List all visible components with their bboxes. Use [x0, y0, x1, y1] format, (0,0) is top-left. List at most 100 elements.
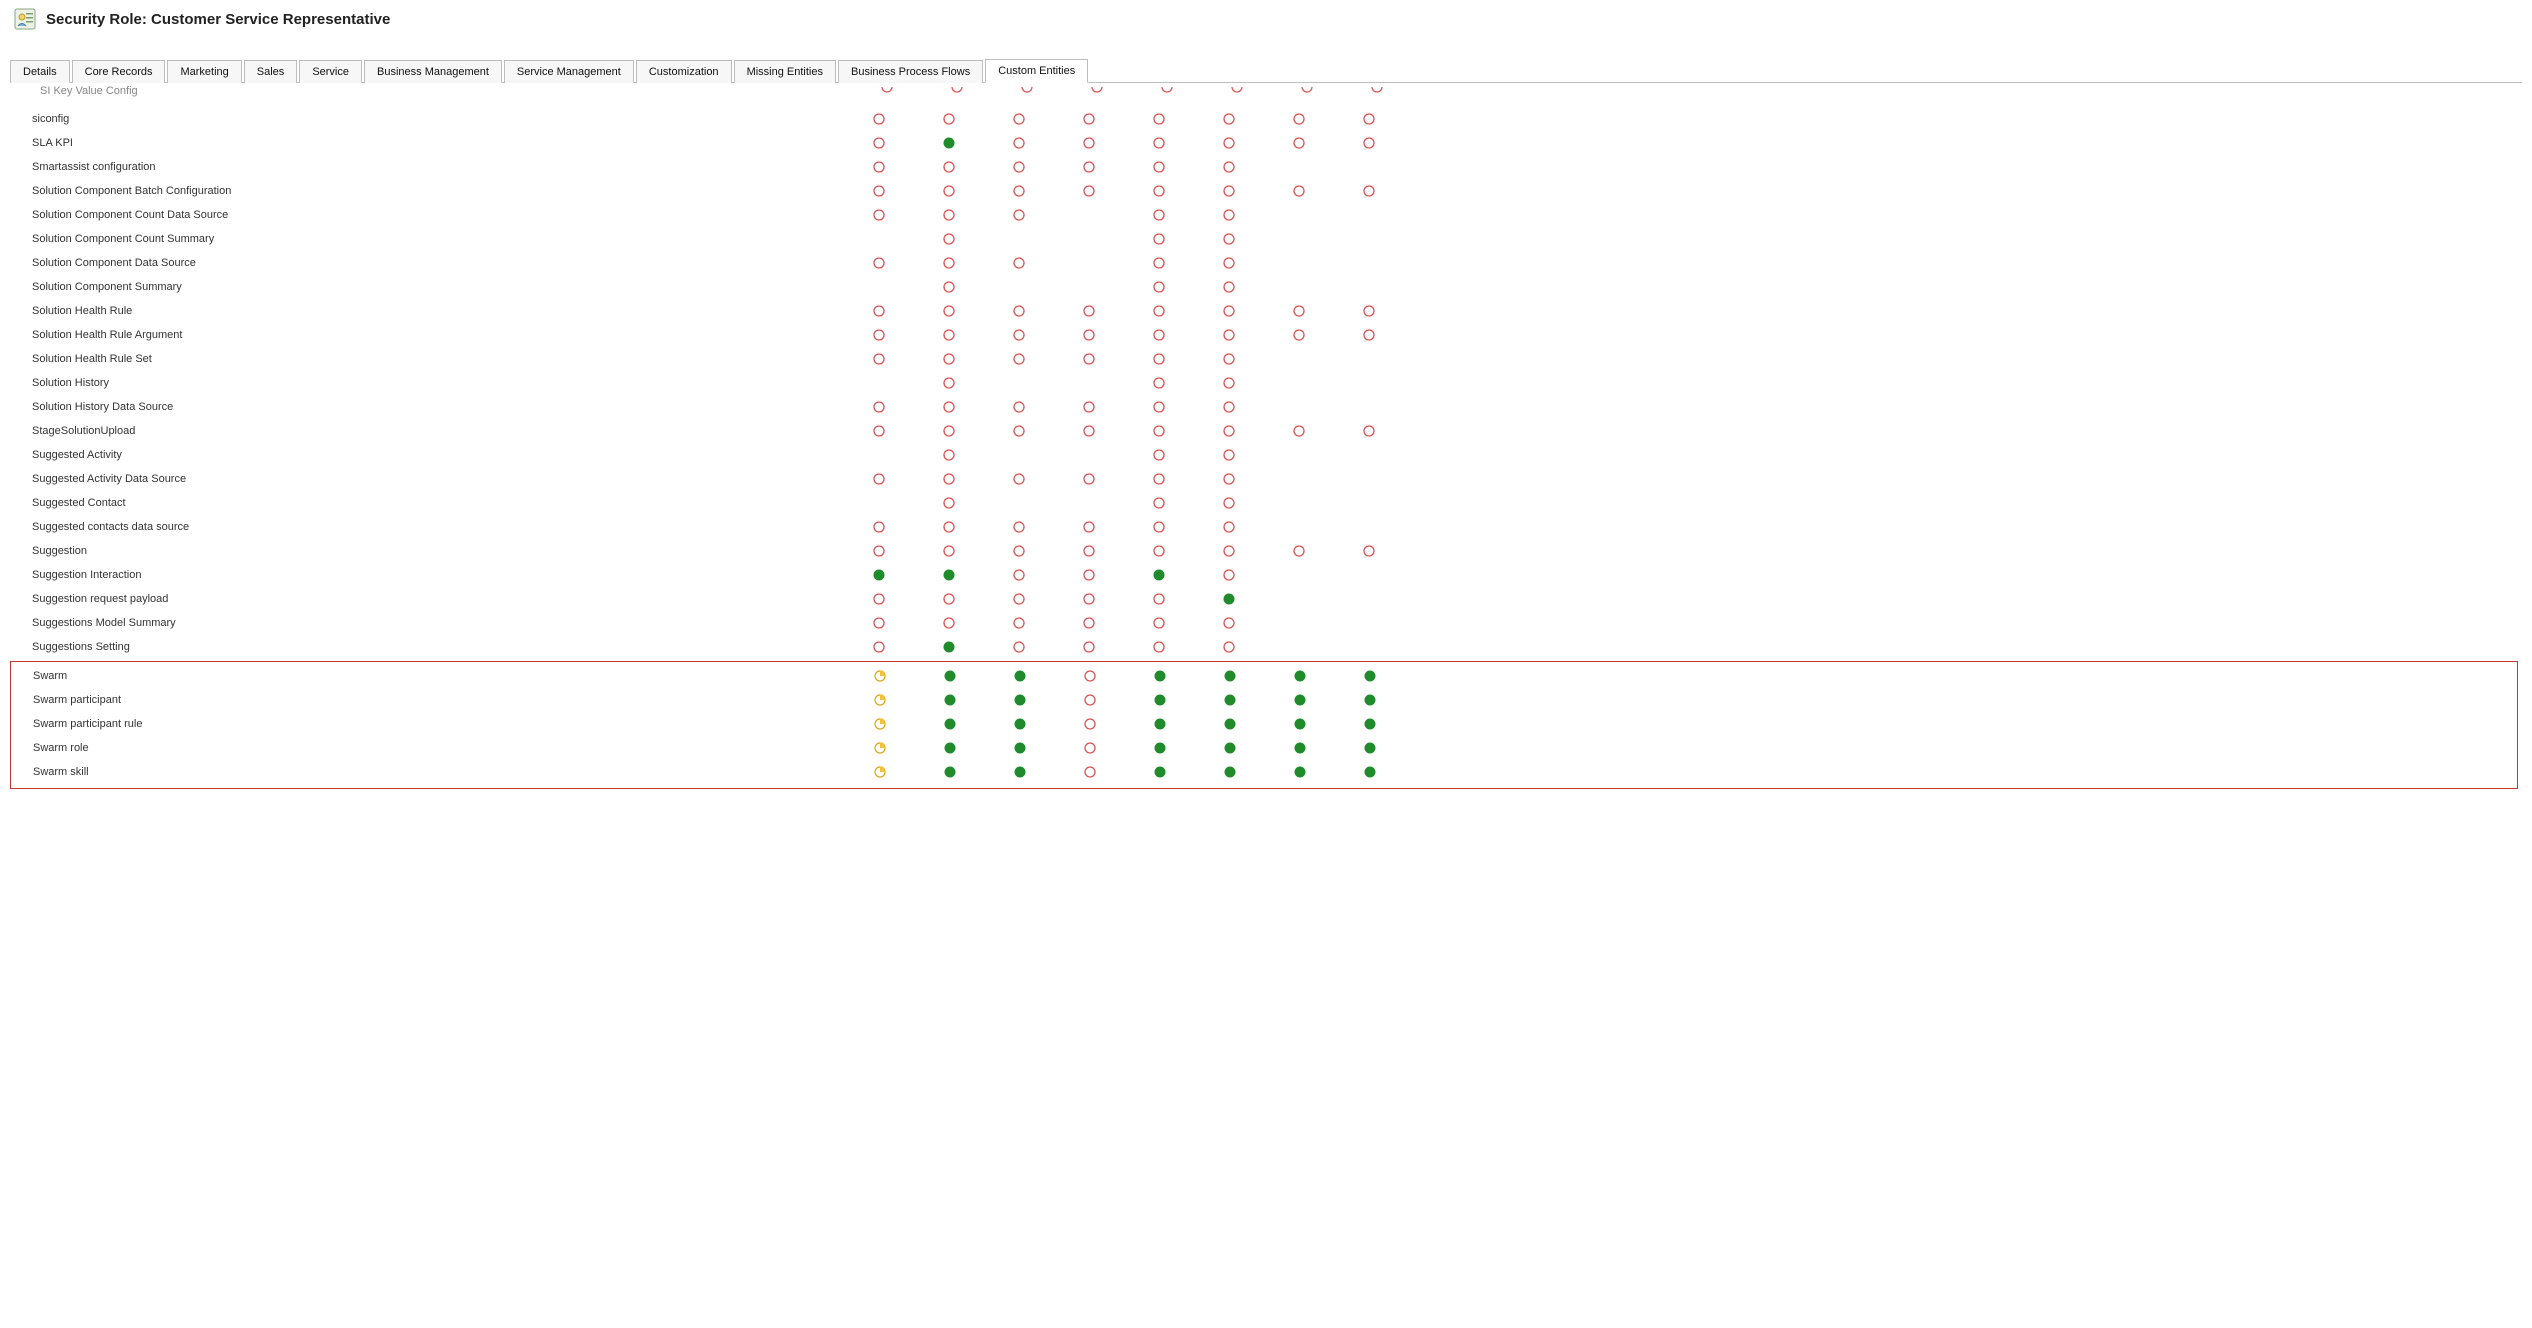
priv-cell[interactable]	[1195, 765, 1265, 779]
priv-cell[interactable]	[984, 568, 1054, 582]
priv-cell[interactable]	[1265, 741, 1335, 755]
priv-cell[interactable]	[1124, 328, 1194, 342]
priv-cell[interactable]	[1055, 669, 1125, 683]
priv-cell[interactable]	[1054, 136, 1124, 150]
priv-cell[interactable]	[914, 592, 984, 606]
priv-cell[interactable]	[1264, 544, 1334, 558]
priv-cell[interactable]	[1264, 328, 1334, 342]
priv-cell[interactable]	[1264, 304, 1334, 318]
priv-cell[interactable]	[1334, 544, 1404, 558]
priv-cell[interactable]	[984, 256, 1054, 270]
priv-cell[interactable]	[1124, 304, 1194, 318]
priv-cell[interactable]	[844, 160, 914, 174]
priv-cell[interactable]	[1194, 640, 1264, 654]
priv-cell[interactable]	[1054, 112, 1124, 126]
priv-cell[interactable]	[984, 304, 1054, 318]
tab-sales[interactable]: Sales	[244, 60, 298, 83]
priv-cell[interactable]	[844, 400, 914, 414]
priv-cell[interactable]	[985, 717, 1055, 731]
priv-cell[interactable]	[1194, 448, 1264, 462]
priv-cell[interactable]	[984, 616, 1054, 630]
priv-cell[interactable]	[1265, 717, 1335, 731]
tab-customization[interactable]: Customization	[636, 60, 732, 83]
priv-cell[interactable]	[914, 256, 984, 270]
priv-cell[interactable]	[844, 208, 914, 222]
priv-cell[interactable]	[1194, 208, 1264, 222]
priv-cell[interactable]	[984, 352, 1054, 366]
priv-cell[interactable]	[1124, 184, 1194, 198]
priv-cell[interactable]	[844, 544, 914, 558]
priv-cell[interactable]	[1124, 112, 1194, 126]
priv-cell[interactable]	[844, 184, 914, 198]
priv-cell[interactable]	[845, 693, 915, 707]
priv-cell[interactable]	[984, 112, 1054, 126]
priv-cell[interactable]	[914, 160, 984, 174]
priv-cell[interactable]	[984, 640, 1054, 654]
priv-cell[interactable]	[1194, 136, 1264, 150]
priv-cell[interactable]	[984, 208, 1054, 222]
priv-cell[interactable]	[914, 400, 984, 414]
tab-custom-entities[interactable]: Custom Entities	[985, 59, 1088, 83]
priv-cell[interactable]	[985, 765, 1055, 779]
priv-cell[interactable]	[984, 592, 1054, 606]
priv-cell[interactable]	[1124, 520, 1194, 534]
priv-cell[interactable]	[1265, 765, 1335, 779]
tab-service-management[interactable]: Service Management	[504, 60, 634, 83]
priv-cell[interactable]	[1194, 328, 1264, 342]
priv-cell[interactable]	[1194, 400, 1264, 414]
priv-cell[interactable]	[1194, 304, 1264, 318]
priv-cell[interactable]	[915, 765, 985, 779]
priv-cell[interactable]	[1272, 87, 1342, 95]
priv-cell[interactable]	[1124, 280, 1194, 294]
priv-cell[interactable]	[914, 448, 984, 462]
priv-cell[interactable]	[1334, 424, 1404, 438]
priv-cell[interactable]	[1195, 741, 1265, 755]
priv-cell[interactable]	[914, 280, 984, 294]
priv-cell[interactable]	[1055, 693, 1125, 707]
priv-cell[interactable]	[1335, 669, 1405, 683]
priv-cell[interactable]	[914, 112, 984, 126]
priv-cell[interactable]	[1124, 256, 1194, 270]
priv-cell[interactable]	[1334, 328, 1404, 342]
priv-cell[interactable]	[844, 136, 914, 150]
priv-cell[interactable]	[1062, 87, 1132, 95]
tab-details[interactable]: Details	[10, 60, 70, 83]
priv-cell[interactable]	[914, 208, 984, 222]
priv-cell[interactable]	[844, 328, 914, 342]
priv-cell[interactable]	[1124, 568, 1194, 582]
priv-cell[interactable]	[844, 112, 914, 126]
priv-cell[interactable]	[914, 352, 984, 366]
priv-cell[interactable]	[1334, 184, 1404, 198]
priv-cell[interactable]	[984, 544, 1054, 558]
priv-cell[interactable]	[1335, 693, 1405, 707]
tab-business-management[interactable]: Business Management	[364, 60, 502, 83]
priv-cell[interactable]	[1054, 352, 1124, 366]
priv-cell[interactable]	[1054, 304, 1124, 318]
priv-cell[interactable]	[1125, 717, 1195, 731]
tab-business-process-flows[interactable]: Business Process Flows	[838, 60, 983, 83]
priv-cell[interactable]	[915, 717, 985, 731]
priv-cell[interactable]	[1054, 328, 1124, 342]
priv-cell[interactable]	[844, 568, 914, 582]
priv-cell[interactable]	[1335, 717, 1405, 731]
priv-cell[interactable]	[1194, 568, 1264, 582]
priv-cell[interactable]	[1124, 208, 1194, 222]
priv-cell[interactable]	[914, 568, 984, 582]
priv-cell[interactable]	[914, 184, 984, 198]
priv-cell[interactable]	[1125, 669, 1195, 683]
priv-cell[interactable]	[914, 304, 984, 318]
priv-cell[interactable]	[914, 544, 984, 558]
priv-cell[interactable]	[1124, 376, 1194, 390]
priv-cell[interactable]	[915, 741, 985, 755]
priv-cell[interactable]	[985, 741, 1055, 755]
priv-cell[interactable]	[844, 304, 914, 318]
priv-cell[interactable]	[914, 520, 984, 534]
priv-cell[interactable]	[1264, 424, 1334, 438]
priv-cell[interactable]	[985, 669, 1055, 683]
priv-cell[interactable]	[844, 472, 914, 486]
priv-cell[interactable]	[845, 765, 915, 779]
priv-cell[interactable]	[1124, 400, 1194, 414]
priv-cell[interactable]	[922, 87, 992, 95]
priv-cell[interactable]	[1124, 160, 1194, 174]
priv-cell[interactable]	[1334, 304, 1404, 318]
